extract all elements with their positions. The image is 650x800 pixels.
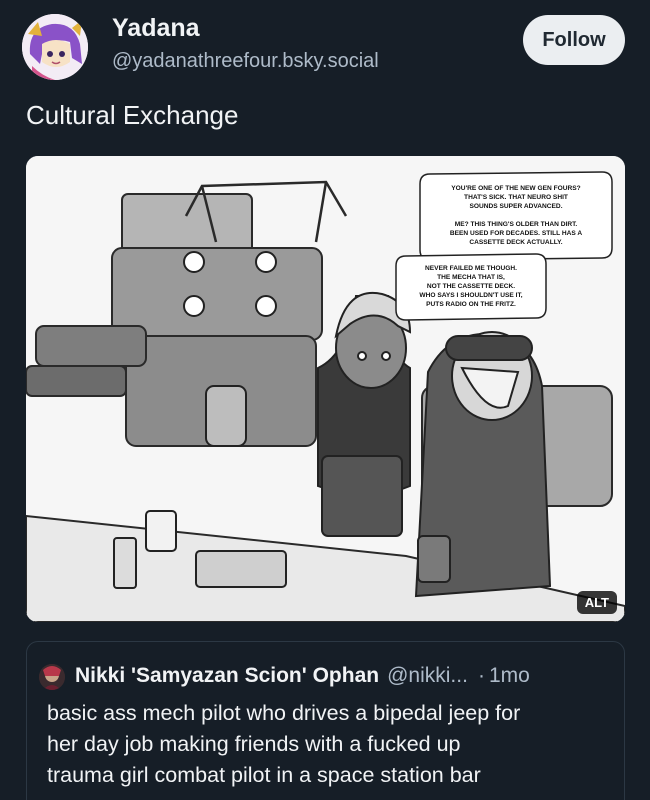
comic-illustration: YOU'RE ONE OF THE NEW GEN FOURS? THAT'S … — [26, 156, 625, 622]
quote-text-line-1: basic ass mech pilot who drives a bipeda… — [47, 701, 521, 725]
quote-author-handle[interactable]: @nikki... — [387, 664, 468, 688]
speech-bubble-2-line-1: ME? THIS THING'S OLDER THAN DIRT. — [455, 221, 578, 228]
speech-bubble-3-line-3: NOT THE CASSETTE DECK. — [427, 283, 515, 290]
post-text: Cultural Exchange — [26, 100, 239, 130]
speech-bubble-2-line-3: CASSETTE DECK ACTUALLY. — [469, 239, 562, 246]
quote-timestamp[interactable]: 1mo — [489, 664, 530, 688]
speech-bubble-3-line-2: THE MECHA THAT IS, — [437, 274, 505, 281]
author-name[interactable]: Yadana — [112, 14, 200, 43]
quote-text-line-2: her day job making friends with a fucked… — [47, 732, 461, 756]
follow-button[interactable]: Follow — [523, 15, 625, 65]
author-avatar[interactable] — [22, 14, 88, 80]
author-handle[interactable]: @yadanathreefour.bsky.social — [112, 50, 379, 73]
avatar-illustration-icon — [22, 14, 88, 80]
quote-avatar-icon — [39, 664, 65, 690]
quoted-post[interactable]: Nikki 'Samyazan Scion' Ophan @nikki... ·… — [26, 641, 625, 800]
quote-author-name[interactable]: Nikki 'Samyazan Scion' Ophan — [75, 664, 379, 688]
post: Yadana @yadanathreefour.bsky.social Foll… — [0, 0, 650, 800]
alt-badge[interactable]: ALT — [576, 591, 617, 614]
speech-bubble-3-line-5: PUTS RADIO ON THE FRITZ. — [426, 301, 516, 308]
speech-bubble-3-line-1: NEVER FAILED ME THOUGH. — [425, 265, 517, 272]
speech-bubble-1-line-3: SOUNDS SUPER ADVANCED. — [469, 203, 562, 210]
speech-bubble-1-line-2: THAT'S SICK. THAT NEURO SHIT — [464, 194, 568, 201]
quote-avatar[interactable] — [39, 664, 65, 690]
post-image[interactable]: YOU'RE ONE OF THE NEW GEN FOURS? THAT'S … — [26, 156, 625, 622]
speech-bubble-2-line-2: BEEN USED FOR DECADES. STILL HAS A — [450, 230, 582, 237]
quote-text-line-3: trauma girl combat pilot in a space stat… — [47, 763, 481, 787]
quote-separator: · — [477, 664, 485, 687]
quote-header: Nikki 'Samyazan Scion' Ophan @nikki... ·… — [75, 664, 612, 688]
speech-bubble-3-line-4: WHO SAYS I SHOULDN'T USE IT, — [419, 292, 522, 299]
speech-bubble-1-line-1: YOU'RE ONE OF THE NEW GEN FOURS? — [451, 185, 580, 192]
quote-text: basic ass mech pilot who drives a bipeda… — [47, 698, 617, 791]
